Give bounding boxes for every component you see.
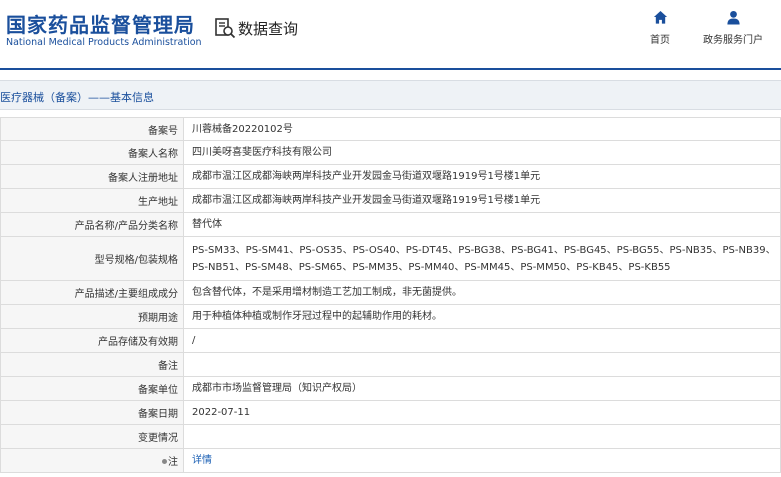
- table-row: 预期用途 用于种植体种植或制作牙冠过程中的起辅助作用的耗材。: [0, 304, 781, 329]
- nav-home[interactable]: 首页: [650, 10, 670, 46]
- home-icon: [653, 10, 667, 24]
- row-value: 用于种植体种植或制作牙冠过程中的起辅助作用的耗材。: [183, 304, 781, 329]
- header-divider: [0, 68, 781, 70]
- table-row: 注 详情: [0, 448, 781, 473]
- site-logo-title[interactable]: 国家药品监督管理局: [6, 9, 195, 38]
- row-value: 2022-07-11: [183, 400, 781, 425]
- row-value: 成都市市场监督管理局（知识产权局）: [183, 376, 781, 401]
- site-header: 国家药品监督管理局 National Medical Products Admi…: [0, 0, 781, 69]
- section-title: 医疗器械（备案）——基本信息: [0, 91, 154, 104]
- row-value: 成都市温江区成都海峡两岸科技产业开发园金马街道双堰路1919号1号楼1单元: [183, 188, 781, 213]
- table-row: 备案号 川蓉械备20220102号: [0, 117, 781, 141]
- row-label-note: 注: [0, 448, 184, 473]
- table-row: 备案单位 成都市市场监督管理局（知识产权局）: [0, 376, 781, 401]
- row-label: 备案号: [0, 117, 184, 141]
- site-logo-subtitle[interactable]: National Medical Products Administration: [6, 37, 202, 48]
- nav-gov-services-label: 政务服务门户: [703, 35, 763, 46]
- row-label: 备案人注册地址: [0, 164, 184, 189]
- row-value: 包含替代体，不是采用增材制造工艺加工制成，非无菌提供。: [183, 280, 781, 305]
- table-row: 备案日期 2022-07-11: [0, 400, 781, 425]
- user-icon: [726, 10, 740, 25]
- data-query-link[interactable]: 数据查询: [214, 16, 298, 40]
- section-header: 医疗器械（备案）——基本信息: [0, 80, 781, 110]
- note-label: 注: [168, 457, 178, 468]
- row-value: /: [183, 328, 781, 353]
- row-label: 备案人名称: [0, 140, 184, 165]
- row-label: 生产地址: [0, 188, 184, 213]
- row-label: 产品描述/主要组成成分: [0, 280, 184, 305]
- row-label: 变更情况: [0, 424, 184, 449]
- pin-icon: [162, 459, 167, 464]
- table-row: 备案人名称 四川美呀喜斐医疗科技有限公司: [0, 140, 781, 165]
- row-value: 成都市温江区成都海峡两岸科技产业开发园金马街道双堰路1919号1号楼1单元: [183, 164, 781, 189]
- record-detail-table: 备案号 川蓉械备20220102号 备案人名称 四川美呀喜斐医疗科技有限公司 备…: [0, 117, 781, 473]
- search-document-icon: [215, 18, 236, 39]
- table-row: 变更情况: [0, 424, 781, 449]
- nav-gov-services[interactable]: 政务服务门户: [703, 10, 763, 46]
- row-label: 预期用途: [0, 304, 184, 329]
- row-label: 备注: [0, 352, 184, 377]
- table-row: 生产地址 成都市温江区成都海峡两岸科技产业开发园金马街道双堰路1919号1号楼1…: [0, 188, 781, 213]
- row-label: 备案日期: [0, 400, 184, 425]
- table-row: 备注: [0, 352, 781, 377]
- row-value: [183, 352, 781, 377]
- table-row: 产品名称/产品分类名称 替代体: [0, 212, 781, 237]
- table-row: 型号规格/包装规格 PS-SM33、PS-SM41、PS-OS35、PS-OS4…: [0, 236, 781, 281]
- details-link[interactable]: 详情: [192, 455, 212, 466]
- row-label: 备案单位: [0, 376, 184, 401]
- nav-home-label: 首页: [650, 35, 670, 46]
- row-label: 产品存储及有效期: [0, 328, 184, 353]
- row-value: PS-SM33、PS-SM41、PS-OS35、PS-OS40、PS-DT45、…: [183, 236, 781, 281]
- table-row: 备案人注册地址 成都市温江区成都海峡两岸科技产业开发园金马街道双堰路1919号1…: [0, 164, 781, 189]
- data-query-label: 数据查询: [238, 19, 299, 38]
- row-value: 详情: [183, 448, 781, 473]
- row-value: [183, 424, 781, 449]
- row-label: 产品名称/产品分类名称: [0, 212, 184, 237]
- row-value: 川蓉械备20220102号: [183, 117, 781, 141]
- row-label: 型号规格/包装规格: [0, 236, 184, 281]
- table-row: 产品描述/主要组成成分 包含替代体，不是采用增材制造工艺加工制成，非无菌提供。: [0, 280, 781, 305]
- row-value: 替代体: [183, 212, 781, 237]
- table-row: 产品存储及有效期 /: [0, 328, 781, 353]
- row-value: 四川美呀喜斐医疗科技有限公司: [183, 140, 781, 165]
